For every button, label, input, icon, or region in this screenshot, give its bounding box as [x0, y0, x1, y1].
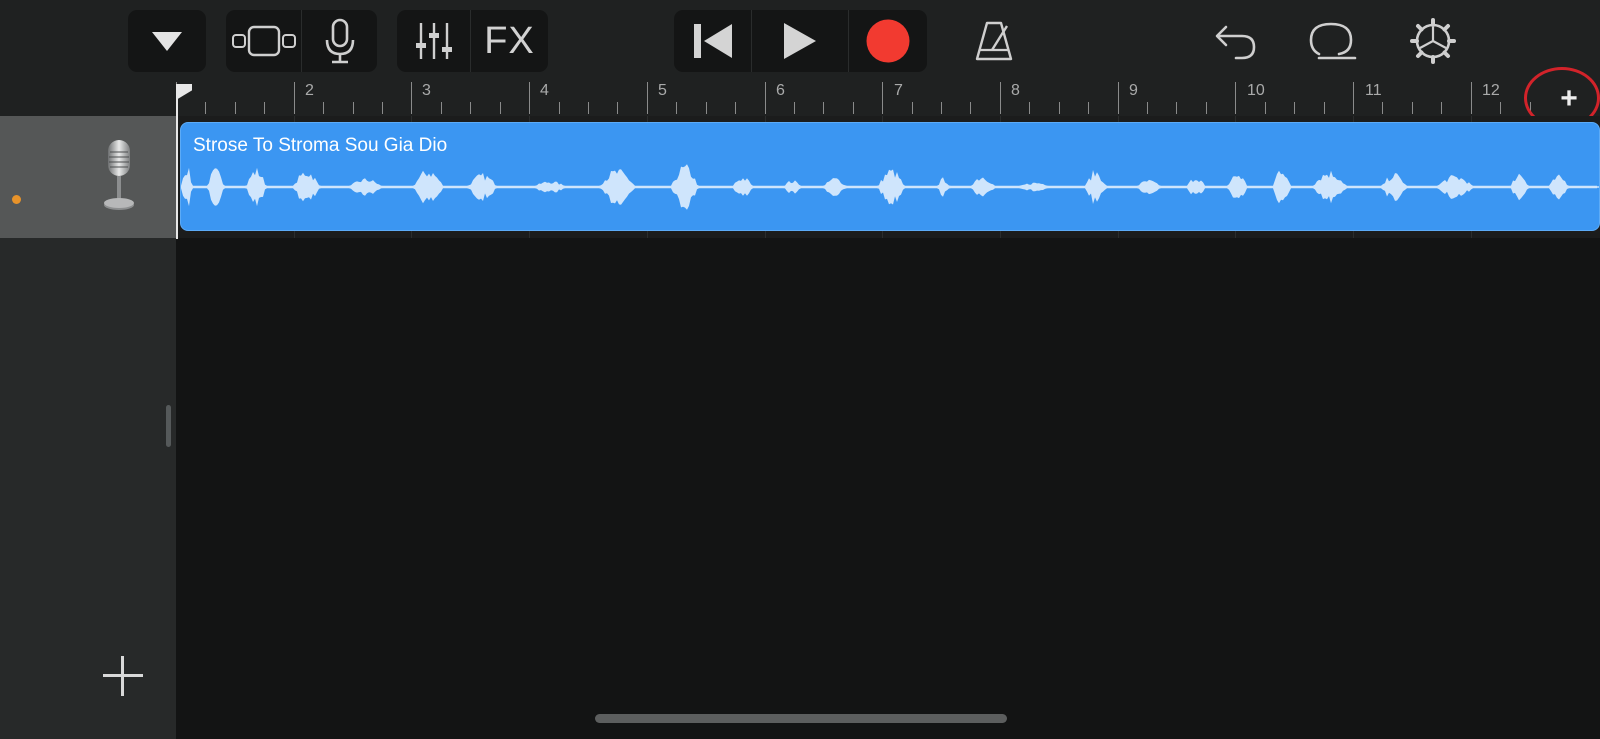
ruler-tick — [1353, 82, 1354, 114]
ruler-tick — [735, 102, 736, 114]
browser-group — [128, 10, 206, 72]
ruler-gutter — [0, 82, 176, 116]
garageband-tracks-view: FX 2 3 4 5 6 7 8 9 10 11 12 + Strose To … — [0, 0, 1600, 739]
ruler-tick — [411, 82, 412, 114]
loop-browser-button[interactable] — [1297, 10, 1369, 72]
fx-label: FX — [484, 19, 535, 62]
ruler-bar-label: 4 — [540, 82, 549, 99]
loop-icon — [1309, 22, 1357, 60]
fx-button[interactable]: FX — [471, 10, 548, 72]
go-to-beginning-button[interactable] — [674, 10, 752, 72]
add-track-button[interactable] — [97, 652, 149, 704]
ruler-tick — [853, 102, 854, 114]
undo-icon — [1215, 25, 1256, 60]
ruler-tick — [323, 102, 324, 114]
ruler-tick — [1029, 102, 1030, 114]
mix-group: FX — [397, 10, 548, 72]
ruler-tick — [235, 102, 236, 114]
undo-button[interactable] — [1200, 10, 1272, 72]
ruler-tick — [588, 102, 589, 114]
ruler-tick — [970, 102, 971, 114]
bar-ruler[interactable]: 2 3 4 5 6 7 8 9 10 11 12 — [176, 82, 1600, 116]
microphone-button[interactable] — [302, 10, 377, 72]
audio-waveform — [181, 164, 1599, 210]
go-to-beginning-icon — [693, 24, 732, 58]
ruler-bar-label: 11 — [1365, 82, 1382, 99]
ruler-bar-label: 5 — [658, 82, 667, 99]
ruler-tick — [706, 102, 707, 114]
ruler-tick — [470, 102, 471, 114]
mixer-button[interactable] — [397, 10, 471, 72]
view-group — [226, 10, 377, 72]
mixer-sliders-icon — [415, 23, 452, 59]
settings-gear-icon — [1410, 18, 1456, 64]
ruler-tick — [1147, 102, 1148, 114]
ruler-tick — [1441, 102, 1442, 114]
ruler-tick — [441, 102, 442, 114]
audio-region[interactable]: Strose To Stroma Sou Gia Dio — [180, 122, 1600, 231]
transport-group — [674, 10, 927, 72]
home-indicator[interactable] — [595, 714, 1007, 723]
microphone-icon — [325, 18, 354, 64]
ruler-tick — [1235, 82, 1236, 114]
track-active-dot — [12, 195, 21, 204]
ruler-tick — [1265, 102, 1266, 114]
ruler-tick — [1500, 102, 1501, 114]
ruler-tick — [353, 102, 354, 114]
ruler-tick — [500, 102, 501, 114]
ruler-tick — [1382, 102, 1383, 114]
ruler-bar-label: 2 — [305, 82, 314, 99]
play-icon — [784, 23, 816, 59]
ruler-tick — [647, 82, 648, 114]
ruler-tick — [941, 102, 942, 114]
ruler-tick — [1324, 102, 1325, 114]
tracks-view-icon — [231, 25, 296, 57]
microphone-icon — [104, 140, 134, 210]
tracks-view-button[interactable] — [226, 10, 302, 72]
ruler-bar-label: 6 — [776, 82, 785, 99]
ruler-bar-label: 8 — [1011, 82, 1020, 99]
ruler-tick — [529, 82, 530, 114]
ruler-bar-label: 7 — [894, 82, 903, 99]
ruler-tick — [1471, 82, 1472, 114]
track-header-audio-recorder[interactable] — [0, 116, 176, 238]
metronome-icon — [975, 21, 1013, 61]
ruler-tick — [765, 82, 766, 114]
record-button[interactable] — [849, 10, 927, 72]
play-button[interactable] — [752, 10, 849, 72]
playhead-line — [176, 96, 178, 239]
ruler-tick — [1059, 102, 1060, 114]
ruler-tick — [823, 102, 824, 114]
ruler-tick — [294, 82, 295, 114]
triangle-down-icon — [152, 32, 182, 51]
ruler-tick — [559, 102, 560, 114]
record-icon — [866, 19, 910, 63]
ruler-bar-label: 12 — [1482, 82, 1500, 99]
ruler-tick — [617, 102, 618, 114]
track-header-resize-handle[interactable] — [166, 405, 171, 447]
ruler-tick — [1088, 102, 1089, 114]
ruler-bar-label: 10 — [1247, 82, 1265, 99]
ruler-tick — [1000, 82, 1001, 114]
top-toolbar: FX — [0, 0, 1600, 82]
ruler-tick — [794, 102, 795, 114]
ruler-bar-label: 3 — [422, 82, 431, 99]
metronome-button[interactable] — [958, 10, 1030, 72]
ruler-bar-label: 9 — [1129, 82, 1138, 99]
ruler-tick — [1118, 82, 1119, 114]
ruler-tick — [1294, 102, 1295, 114]
ruler-tick — [1206, 102, 1207, 114]
ruler-tick — [882, 82, 883, 114]
ruler-tick — [1412, 102, 1413, 114]
ruler-tick — [676, 102, 677, 114]
settings-button[interactable] — [1397, 10, 1469, 72]
ruler-tick — [912, 102, 913, 114]
ruler-tick — [1176, 102, 1177, 114]
ruler-tick — [382, 102, 383, 114]
ruler-tick — [264, 102, 265, 114]
ruler-tick — [205, 102, 206, 114]
browser-menu-button[interactable] — [128, 10, 206, 72]
